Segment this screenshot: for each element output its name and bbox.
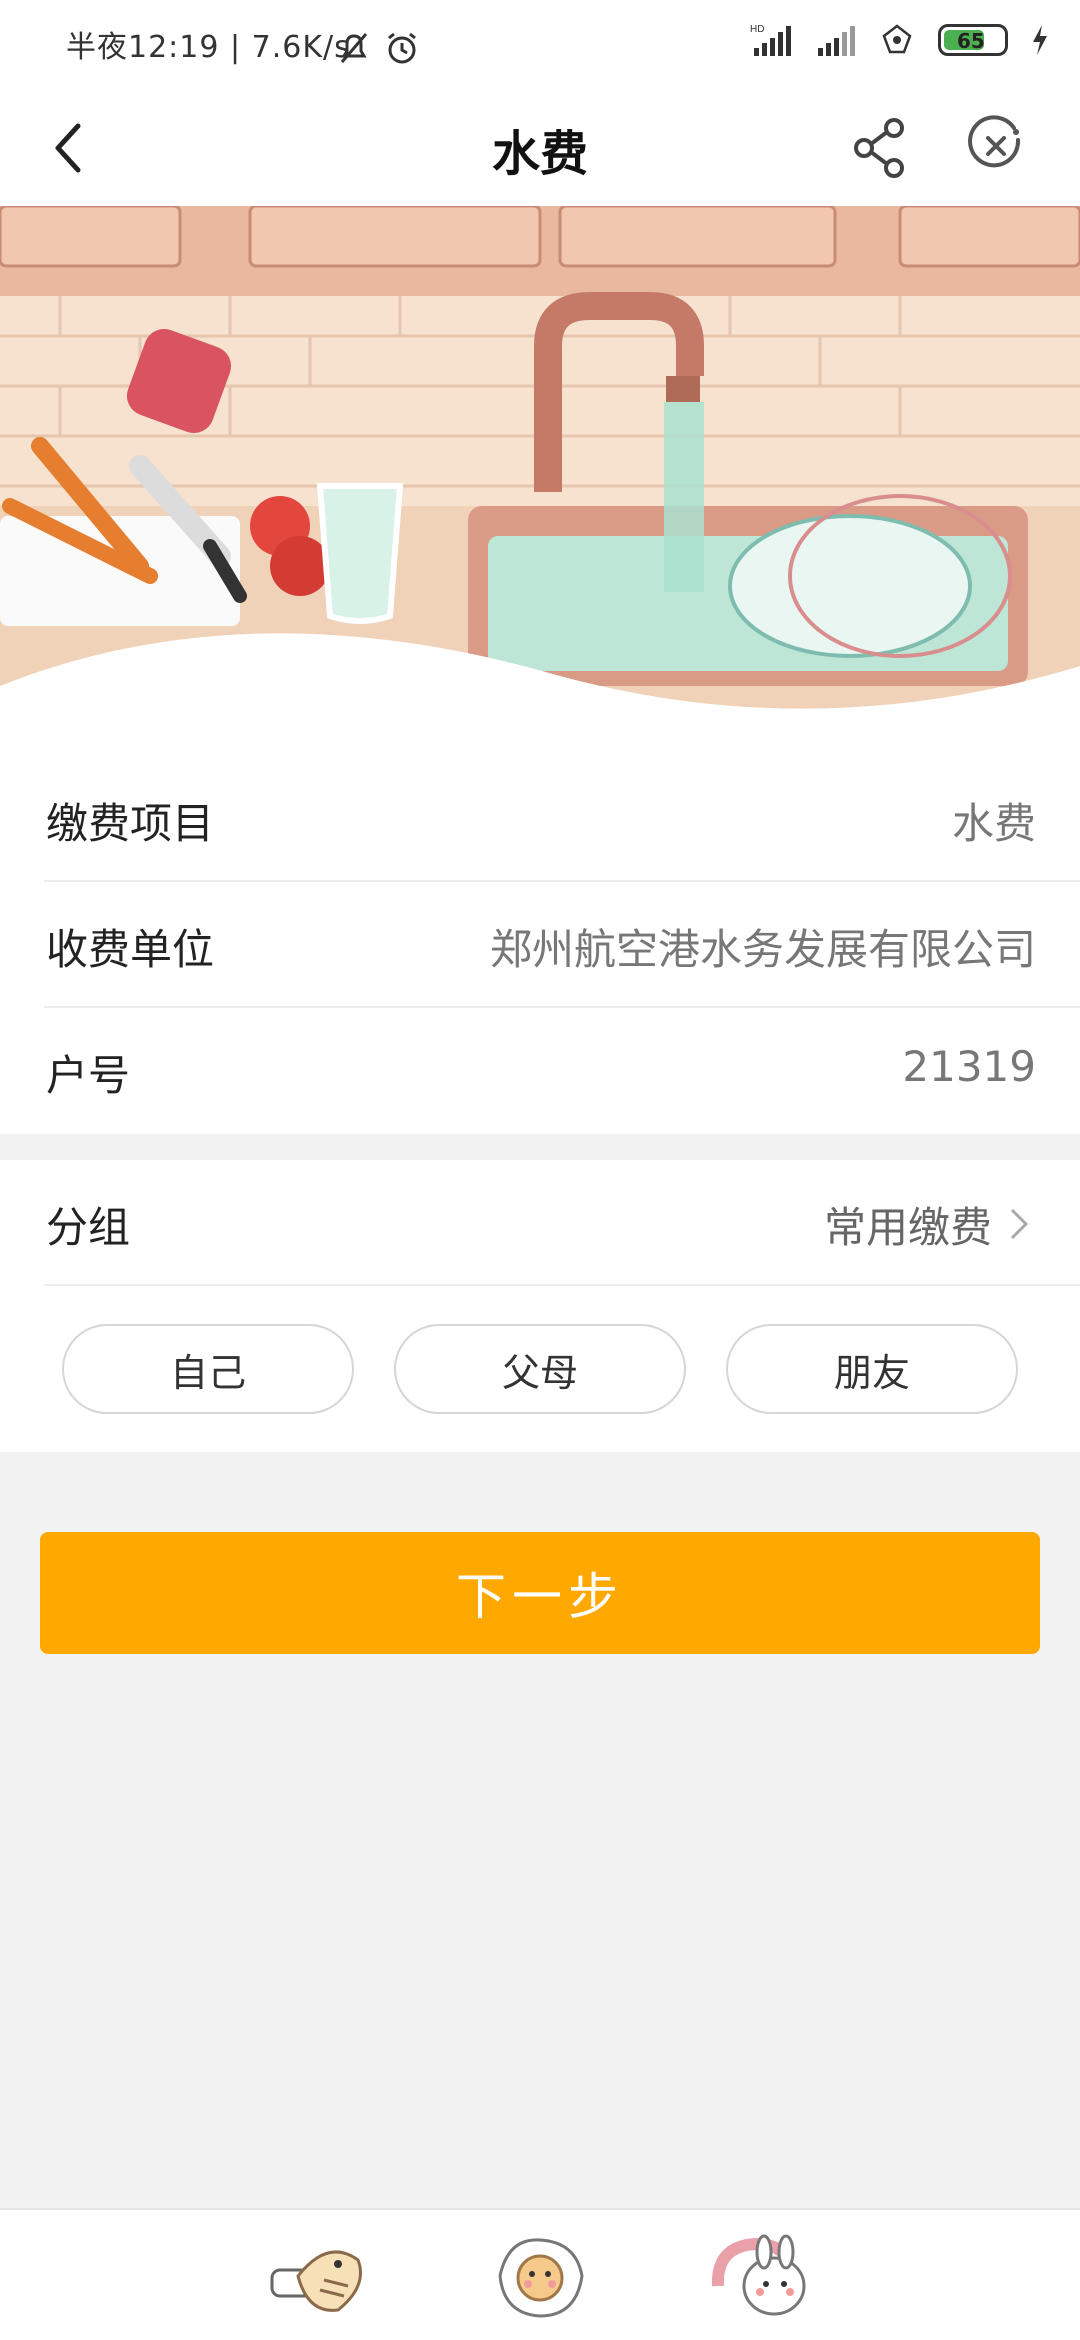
wifi-icon <box>882 24 912 54</box>
group-chips: 自己 父母 朋友 <box>0 1286 1080 1452</box>
page-title: 水费 <box>491 126 588 182</box>
bunny-sticker-icon[interactable] <box>708 2230 812 2322</box>
chip-friends[interactable]: 朋友 <box>726 1324 1018 1414</box>
close-icon[interactable] <box>964 114 1028 178</box>
group-label: 分组 <box>46 1203 131 1252</box>
row-label: 缴费项目 <box>46 799 215 848</box>
info-row-payee: 收费单位 郑州航空港水务发展有限公司 <box>44 882 1080 1008</box>
nav-bar: 水费 <box>0 90 1080 206</box>
row-label: 收费单位 <box>46 925 215 974</box>
battery-level: 65 <box>957 29 985 53</box>
row-value: 水费 <box>951 799 1036 848</box>
info-row-account: 户号 21319 <box>44 1008 1080 1134</box>
chip-self[interactable]: 自己 <box>62 1324 354 1414</box>
mute-icon <box>340 33 368 63</box>
chip-parents[interactable]: 父母 <box>394 1324 686 1414</box>
row-label: 户号 <box>46 1051 131 1100</box>
row-value: 21319 <box>902 1042 1036 1091</box>
charging-icon <box>1033 25 1047 55</box>
svg-text:HD: HD <box>750 24 764 35</box>
kitchen-sink-illustration <box>0 206 1080 756</box>
status-bar: 半夜12:19 | 7.6K/s HD 65 <box>0 0 1080 90</box>
chevron-right-icon <box>1010 1208 1029 1240</box>
alarm-icon <box>388 32 416 64</box>
signal-icon <box>818 26 855 56</box>
fish-sticker-icon[interactable] <box>268 2230 372 2322</box>
egg-sticker-icon[interactable] <box>488 2230 592 2322</box>
next-button[interactable]: 下一步 <box>40 1532 1040 1654</box>
status-time: 半夜12:19 | 7.6K/s <box>66 30 351 65</box>
battery-indicator: 65 <box>938 24 1008 56</box>
group-value: 常用缴费 <box>823 1203 992 1252</box>
group-row[interactable]: 分组 常用缴费 <box>44 1160 1080 1286</box>
bottom-bar <box>0 2208 1080 2340</box>
group-card: 分组 常用缴费 自己 父母 朋友 <box>0 1160 1080 1452</box>
signal-hd-icon: HD <box>750 24 791 56</box>
info-row-item: 缴费项目 水费 <box>44 756 1080 882</box>
bill-info-card: 缴费项目 水费 收费单位 郑州航空港水务发展有限公司 户号 21319 <box>0 756 1080 1134</box>
share-icon[interactable] <box>848 112 912 182</box>
row-value: 郑州航空港水务发展有限公司 <box>489 925 1036 974</box>
